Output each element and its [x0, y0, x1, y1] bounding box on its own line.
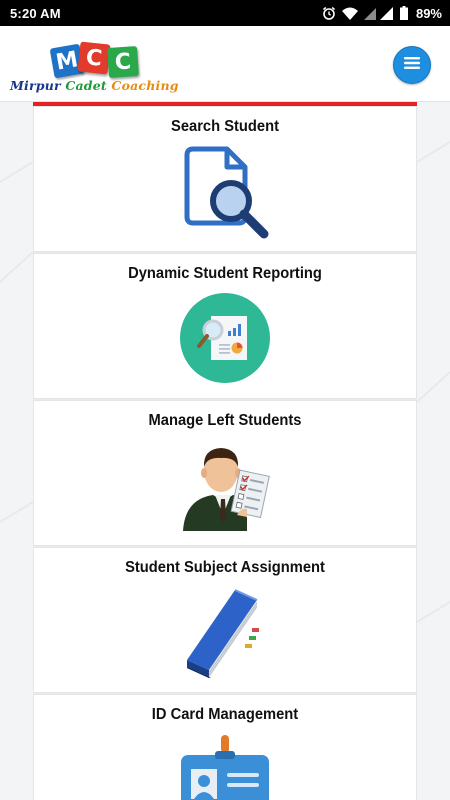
wifi-icon	[341, 7, 358, 20]
menu-button[interactable]	[393, 46, 431, 84]
alarm-icon	[322, 6, 336, 20]
logo-text: Mirpur Cadet Coaching	[10, 78, 179, 93]
report-analytics-icon	[179, 292, 271, 389]
logo-name-part3: Coaching	[111, 78, 179, 93]
signal-icon	[363, 6, 394, 20]
status-bar: 5:20 AM 89%	[0, 0, 450, 26]
status-icons: 89%	[322, 6, 442, 21]
card-title: Search Student	[171, 118, 279, 135]
card-student-subject-assignment[interactable]: Student Subject Assignment	[33, 547, 417, 693]
menu-list: Search Student Dynamic Student Reporting	[33, 102, 417, 800]
logo-name-part1: Mirpur	[10, 78, 66, 93]
card-dynamic-student-reporting[interactable]: Dynamic Student Reporting	[33, 253, 417, 399]
hamburger-menu-icon	[403, 56, 421, 75]
book-icon	[177, 586, 273, 687]
logo[interactable]: M C C Mirpur Cadet Coaching	[10, 36, 195, 94]
card-manage-left-students[interactable]: Manage Left Students	[33, 400, 417, 546]
student-checklist-icon	[177, 437, 273, 538]
search-document-icon	[177, 145, 273, 246]
card-title: Dynamic Student Reporting	[128, 265, 322, 282]
app-header: M C C Mirpur Cadet Coaching	[0, 26, 450, 102]
battery-icon	[399, 6, 408, 20]
id-card-icon	[177, 733, 273, 800]
card-search-student[interactable]: Search Student	[33, 106, 417, 252]
battery-percent: 89%	[415, 5, 442, 21]
logo-name-part2: Cadet	[65, 78, 112, 93]
card-title: ID Card Management	[151, 706, 299, 723]
card-title: Manage Left Students	[148, 412, 302, 429]
logo-letter-c2: C	[106, 45, 140, 79]
card-id-card-management[interactable]: ID Card Management	[33, 694, 417, 800]
card-title: Student Subject Assignment	[125, 559, 325, 576]
status-time: 5:20 AM	[10, 5, 61, 21]
logo-letter-c1: C	[77, 41, 111, 75]
logo-letters: M C C	[49, 38, 162, 79]
